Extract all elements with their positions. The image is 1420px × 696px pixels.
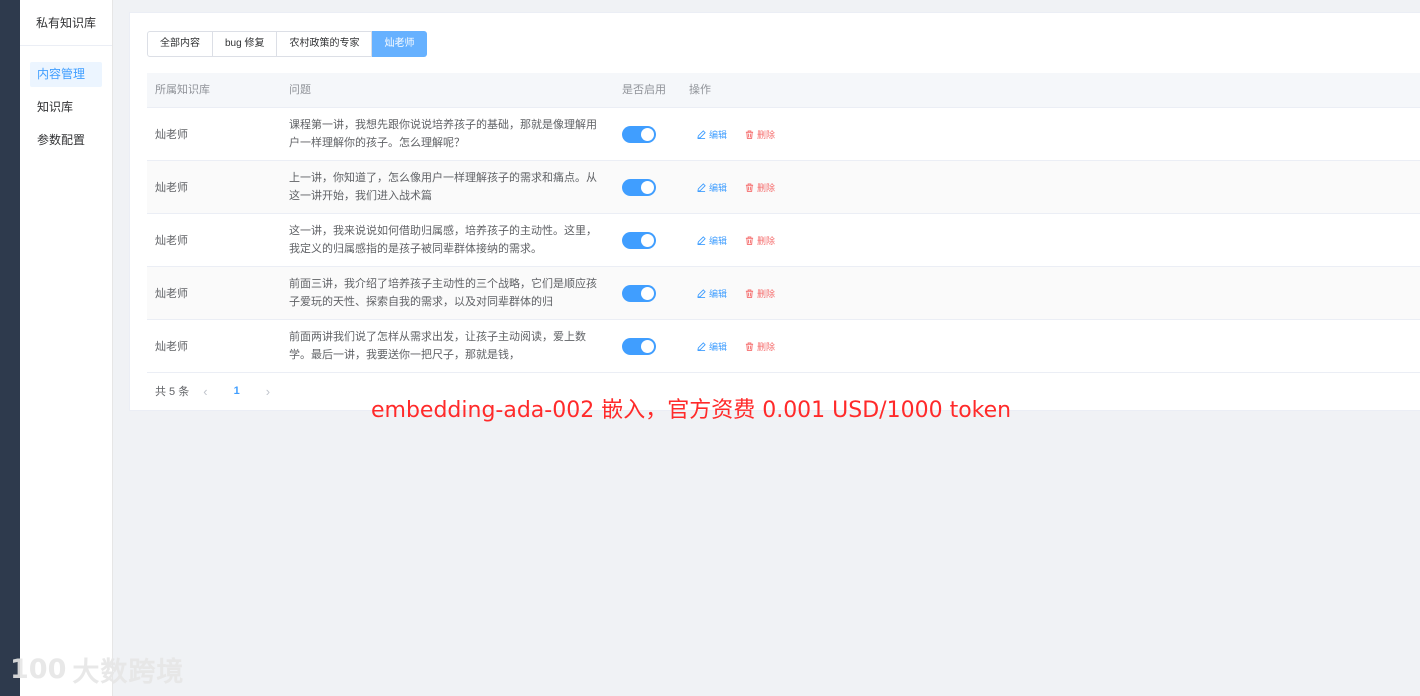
edit-icon — [697, 235, 706, 245]
table-row: 灿老师 前面两讲我们说了怎样从需求出发，让孩子主动阅读，爱上数学。最后一讲，我要… — [147, 320, 1420, 373]
row-knowledge-base: 灿老师 — [155, 182, 188, 194]
column-header-enabled: 是否启用 — [622, 84, 666, 96]
edit-button[interactable]: 编辑 — [697, 128, 727, 141]
trash-icon — [745, 235, 754, 245]
row-question: 课程第一讲，我想先跟你说说培养孩子的基础，那就是像理解用户一样理解你的孩子。怎么… — [289, 119, 597, 149]
qa-table: 所属知识库 问题 是否启用 操作 灿老师 课程第一讲，我想先跟你说说培养孩子的基… — [147, 73, 1420, 373]
delete-button[interactable]: 删除 — [745, 234, 775, 247]
trash-icon — [745, 288, 754, 298]
edit-icon — [697, 182, 706, 192]
row-knowledge-base: 灿老师 — [155, 129, 188, 141]
sidebar-title: 私有知识库 — [20, 0, 112, 46]
edit-icon — [697, 129, 706, 139]
enabled-toggle[interactable] — [622, 337, 656, 355]
delete-button[interactable]: 删除 — [745, 128, 775, 141]
sidebar-item-content-management[interactable]: 内容管理 — [30, 62, 102, 87]
trash-icon — [745, 129, 754, 139]
row-question: 前面三讲，我介绍了培养孩子主动性的三个战略，它们是顺应孩子爱玩的天性、探索自我的… — [289, 278, 597, 308]
column-header-knowledge-base: 所属知识库 — [155, 84, 210, 96]
edit-button[interactable]: 编辑 — [697, 234, 727, 247]
sidebar-item-parameter-config[interactable]: 参数配置 — [30, 128, 102, 153]
watermark: 100 大数跨境 — [10, 650, 184, 689]
content-card: 全部内容 bug 修复 农村政策的专家 灿老师 所属知识库 问题 是否启用 操作… — [129, 12, 1420, 411]
row-knowledge-base: 灿老师 — [155, 235, 188, 247]
watermark-logo: 100 — [10, 654, 67, 685]
sidebar: 私有知识库 内容管理 知识库 参数配置 — [20, 0, 113, 696]
tab-all-content[interactable]: 全部内容 — [147, 31, 213, 57]
enabled-toggle[interactable] — [622, 284, 656, 302]
column-header-question: 问题 — [289, 84, 311, 96]
table-row: 灿老师 课程第一讲，我想先跟你说说培养孩子的基础，那就是像理解用户一样理解你的孩… — [147, 108, 1420, 161]
next-page-button[interactable]: › — [266, 384, 270, 399]
sidebar-item-knowledge-base[interactable]: 知识库 — [30, 95, 102, 120]
delete-button[interactable]: 删除 — [745, 181, 775, 194]
tab-rural-policy-expert[interactable]: 农村政策的专家 — [277, 31, 373, 57]
delete-button[interactable]: 删除 — [745, 340, 775, 353]
table-row: 灿老师 这一讲，我来说说如何借助归属感，培养孩子的主动性。这里，我定义的归属感指… — [147, 214, 1420, 267]
knowledge-base-tabs: 全部内容 bug 修复 农村政策的专家 灿老师 — [147, 31, 428, 57]
delete-button[interactable]: 删除 — [745, 287, 775, 300]
annotation-text: embedding-ada-002 嵌入，官方资费 0.001 USD/1000… — [371, 398, 1012, 423]
total-count: 共 5 条 — [155, 386, 190, 398]
row-knowledge-base: 灿老师 — [155, 288, 188, 300]
edit-button[interactable]: 编辑 — [697, 287, 727, 300]
table-header: 所属知识库 问题 是否启用 操作 — [147, 73, 1420, 108]
sidebar-menu: 内容管理 知识库 参数配置 — [20, 46, 112, 153]
enabled-toggle[interactable] — [622, 178, 656, 196]
row-knowledge-base: 灿老师 — [155, 341, 188, 353]
page-number-1[interactable]: 1 — [234, 385, 240, 397]
column-header-actions: 操作 — [689, 84, 711, 96]
trash-icon — [745, 341, 754, 351]
left-nav-bar — [0, 0, 20, 696]
pagination: 共 5 条 ‹ 1 › — [155, 383, 284, 399]
watermark-text: 大数跨境 — [72, 657, 185, 688]
row-question: 这一讲，我来说说如何借助归属感，培养孩子的主动性。这里，我定义的归属感指的是孩子… — [289, 225, 597, 255]
tab-can-laoshi[interactable]: 灿老师 — [372, 31, 428, 57]
edit-icon — [697, 288, 706, 298]
row-question: 上一讲，你知道了，怎么像用户一样理解孩子的需求和痛点。从这一讲开始，我们进入战术… — [289, 172, 597, 202]
table-row: 灿老师 上一讲，你知道了，怎么像用户一样理解孩子的需求和痛点。从这一讲开始，我们… — [147, 161, 1420, 214]
enabled-toggle[interactable] — [622, 125, 656, 143]
table-row: 灿老师 前面三讲，我介绍了培养孩子主动性的三个战略，它们是顺应孩子爱玩的天性、探… — [147, 267, 1420, 320]
trash-icon — [745, 182, 754, 192]
enabled-toggle[interactable] — [622, 231, 656, 249]
row-question: 前面两讲我们说了怎样从需求出发，让孩子主动阅读，爱上数学。最后一讲，我要送你一把… — [289, 331, 586, 361]
edit-button[interactable]: 编辑 — [697, 181, 727, 194]
tab-bug-fix[interactable]: bug 修复 — [213, 31, 278, 57]
prev-page-button[interactable]: ‹ — [203, 384, 207, 399]
edit-button[interactable]: 编辑 — [697, 340, 727, 353]
edit-icon — [697, 341, 706, 351]
